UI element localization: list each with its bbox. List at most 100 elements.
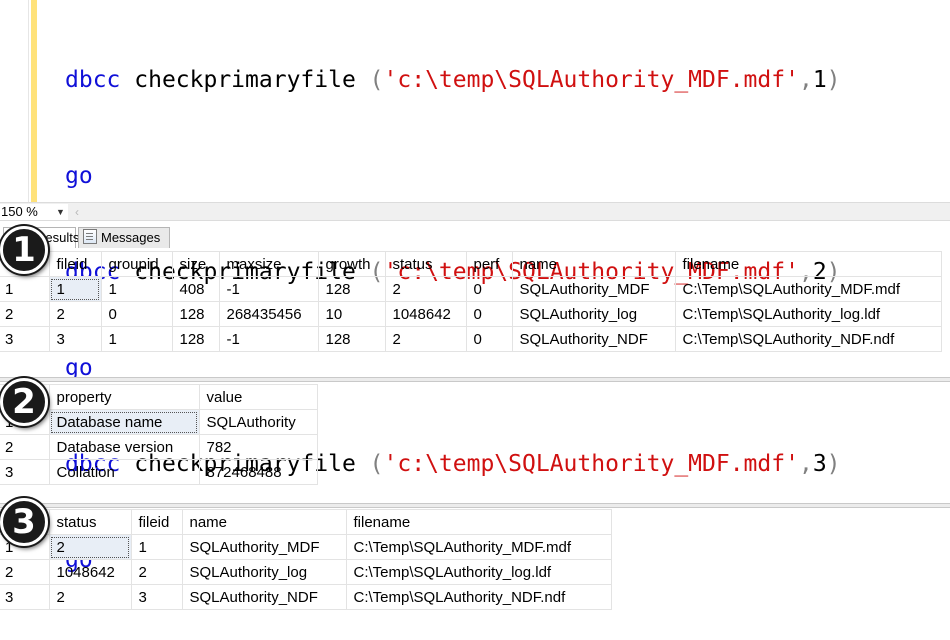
table-cell[interactable]: SQLAuthority_log [511,301,676,327]
table-cell[interactable]: 0 [100,301,173,327]
table-cell[interactable]: 1 [100,276,173,302]
column-header[interactable]: maxsize [218,251,319,277]
messages-icon [83,229,97,244]
table-cell[interactable]: 1048642 [384,301,467,327]
table-cell[interactable]: SQLAuthority_MDF [181,534,347,560]
table-row[interactable]: 3 Collation 872468488 [0,459,318,485]
table-cell[interactable]: 2 [384,276,467,302]
table-cell[interactable]: 2 [130,559,183,585]
number-badge-2: 2 [0,378,48,426]
table-cell[interactable]: 1 [130,534,183,560]
table-cell[interactable]: 0 [465,276,513,302]
column-header[interactable]: size [171,251,220,277]
grid-table[interactable]: fileid groupid size maxsize growth statu… [0,251,942,352]
table-cell[interactable]: SQLAuthority_MDF [511,276,676,302]
table-cell[interactable]: 128 [317,326,386,352]
scroll-left-icon[interactable]: ‹ [75,203,79,221]
column-header[interactable]: growth [317,251,386,277]
table-cell[interactable]: 0 [465,326,513,352]
column-header[interactable]: fileid [130,509,183,535]
table-cell[interactable]: Database version [48,434,200,460]
row-number[interactable]: 3 [0,326,50,352]
table-cell[interactable]: 1 [100,326,173,352]
result-grid-1[interactable]: fileid groupid size maxsize growth statu… [0,251,950,356]
result-grid-3[interactable]: status fileid name filename 1 2 1 SQLAut… [0,509,950,614]
table-cell[interactable]: C:\Temp\SQLAuthority_log.ldf [345,559,612,585]
query-editor[interactable]: dbcc checkprimaryfile ('c:\temp\SQLAutho… [0,0,950,573]
table-cell[interactable]: -1 [218,326,319,352]
table-row[interactable]: 1 2 1 SQLAuthority_MDF C:\Temp\SQLAuthor… [0,534,612,560]
table-cell[interactable]: 128 [171,301,220,327]
table-cell[interactable]: 1048642 [48,559,132,585]
paren-open: ( [369,67,384,93]
table-cell[interactable]: 872468488 [198,459,318,485]
row-number[interactable]: 1 [0,276,50,302]
table-cell[interactable]: 2 [48,534,132,560]
table-cell[interactable]: 128 [317,276,386,302]
table-cell[interactable]: 408 [171,276,220,302]
column-header[interactable]: filename [345,509,612,535]
table-row[interactable]: 3 2 3 SQLAuthority_NDF C:\Temp\SQLAuthor… [0,584,612,610]
table-cell[interactable]: C:\Temp\SQLAuthority_log.ldf [674,301,942,327]
grid-splitter[interactable] [0,503,950,508]
table-row[interactable]: 1 1 1 408 -1 128 2 0 SQLAuthority_MDF C:… [0,276,942,302]
row-number[interactable]: 2 [0,301,50,327]
table-cell[interactable]: 0 [465,301,513,327]
row-number[interactable]: 3 [0,459,50,485]
table-row[interactable]: 2 Database version 782 [0,434,318,460]
editor-status-bar: 150 % ▼ ‹ [0,202,950,221]
column-header[interactable]: status [48,509,132,535]
table-cell[interactable]: SQLAuthority_NDF [181,584,347,610]
table-cell[interactable]: Collation [48,459,200,485]
table-cell[interactable]: 268435456 [218,301,319,327]
table-cell[interactable]: 128 [171,326,220,352]
result-grid-2[interactable]: property value 1 Database name SQLAuthor… [0,384,950,488]
table-row[interactable]: 2 2 0 128 268435456 10 1048642 0 SQLAuth… [0,301,942,327]
code-line-2: go [65,160,841,192]
numeric-argument: 1 [812,67,827,93]
table-cell[interactable]: 3 [48,326,102,352]
change-tracking-bar [31,0,37,202]
function-name: checkprimaryfile [134,67,356,93]
table-cell[interactable]: 2 [384,326,467,352]
column-header[interactable]: fileid [48,251,102,277]
column-header[interactable]: value [198,384,318,410]
table-cell[interactable]: 2 [48,584,132,610]
table-cell[interactable]: Database name [48,409,200,435]
column-header[interactable]: property [48,384,200,410]
tab-messages[interactable]: Messages [78,227,170,248]
column-header[interactable]: status [384,251,467,277]
table-row[interactable]: 3 3 1 128 -1 128 2 0 SQLAuthority_NDF C:… [0,326,942,352]
table-row[interactable]: 2 1048642 2 SQLAuthority_log C:\Temp\SQL… [0,559,612,585]
row-number[interactable]: 3 [0,584,50,610]
row-number[interactable]: 2 [0,559,50,585]
column-header[interactable]: name [511,251,676,277]
table-cell[interactable]: 10 [317,301,386,327]
table-cell[interactable]: SQLAuthority_NDF [511,326,676,352]
table-cell[interactable]: 3 [130,584,183,610]
grid-table[interactable]: status fileid name filename 1 2 1 SQLAut… [0,509,612,610]
table-cell[interactable]: 2 [48,301,102,327]
table-cell[interactable]: SQLAuthority_log [181,559,347,585]
table-cell[interactable]: C:\Temp\SQLAuthority_NDF.ndf [674,326,942,352]
table-cell[interactable]: 782 [198,434,318,460]
table-cell[interactable]: SQLAuthority [198,409,318,435]
table-cell[interactable]: C:\Temp\SQLAuthority_MDF.mdf [674,276,942,302]
keyword-dbcc: dbcc [65,67,121,93]
comma: , [798,67,813,93]
column-header[interactable]: filename [674,251,942,277]
table-cell[interactable]: C:\Temp\SQLAuthority_NDF.ndf [345,584,612,610]
column-header[interactable]: perf [465,251,513,277]
column-header[interactable]: groupid [100,251,173,277]
table-cell[interactable]: -1 [218,276,319,302]
dropdown-arrow-icon[interactable]: ▼ [56,204,65,220]
table-row[interactable]: 1 Database name SQLAuthority [0,409,318,435]
keyword-go: go [65,163,93,189]
table-cell[interactable]: 1 [48,276,102,302]
zoom-dropdown[interactable]: 150 % ▼ [0,204,68,220]
column-header[interactable]: name [181,509,347,535]
number-badge-1: 1 [0,226,48,274]
grid-splitter[interactable] [0,377,950,382]
row-number[interactable]: 2 [0,434,50,460]
table-cell[interactable]: C:\Temp\SQLAuthority_MDF.mdf [345,534,612,560]
